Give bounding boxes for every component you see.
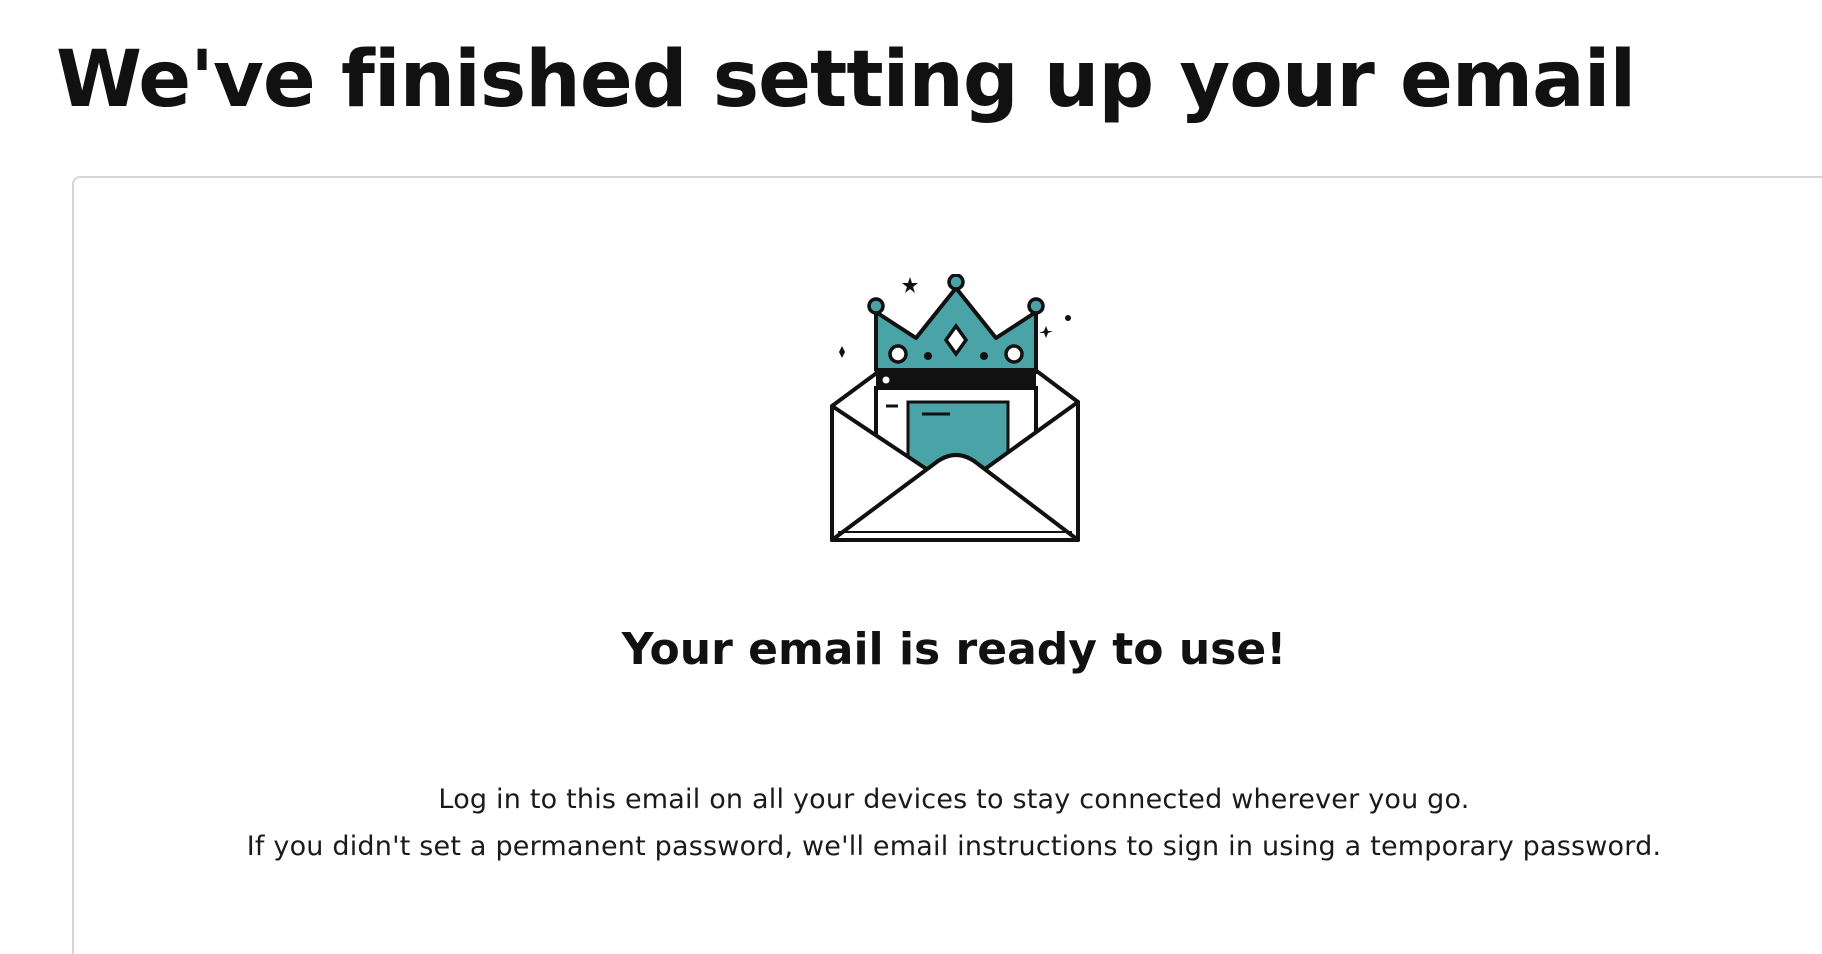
ready-heading: Your email is ready to use!: [621, 624, 1287, 675]
page-title: We've finished setting up your email: [56, 35, 1636, 125]
description-line-2: If you didn't set a permanent password, …: [246, 831, 1662, 862]
description-line-1: Log in to this email on all your devices…: [438, 784, 1470, 815]
envelope-with-crown-icon: [830, 274, 1080, 542]
